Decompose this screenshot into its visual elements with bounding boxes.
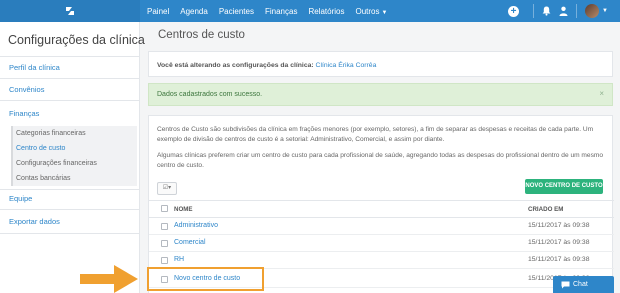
column-header-name[interactable]: NOME: [174, 206, 193, 213]
nav-relatorios[interactable]: Relatórios: [308, 7, 344, 16]
divider: [0, 233, 140, 234]
chevron-down-icon[interactable]: ▼: [602, 8, 608, 14]
user-icon[interactable]: [559, 6, 568, 16]
sidebar-item-convenios[interactable]: Convênios: [9, 85, 44, 94]
row-checkbox[interactable]: [161, 223, 168, 230]
page-title: Centros de custo: [158, 29, 245, 41]
created-date: 15/11/2017 às 09:38: [528, 239, 590, 246]
sidebar-title: Configurações da clínica: [8, 33, 145, 47]
divider: [533, 4, 535, 18]
sidebar-item-equipe[interactable]: Equipe: [9, 194, 32, 203]
created-date: 15/11/2017 às 09:38: [528, 222, 590, 229]
sidebar-subitem-categorias[interactable]: Categorias financeiras: [11, 126, 137, 141]
clinic-notice: Você está alterando as configurações da …: [157, 62, 376, 69]
topbar-actions: + ▼: [508, 0, 620, 22]
new-cost-center-button[interactable]: NOVO CENTRO DE CUSTO: [525, 179, 603, 194]
bell-icon[interactable]: [542, 6, 551, 16]
sidebar-item-financas[interactable]: Finanças: [9, 109, 39, 118]
bulk-select-button[interactable]: ☑▾: [157, 182, 177, 195]
divider: [0, 209, 140, 210]
sidebar-item-exportar[interactable]: Exportar dados: [9, 217, 60, 226]
divider: [0, 78, 140, 79]
divider: [0, 100, 140, 101]
sidebar-subitem-configuracoes[interactable]: Configurações financeiras: [11, 156, 137, 171]
logo-icon: [66, 7, 74, 15]
alert-message: Dados cadastrados com sucesso.: [157, 91, 263, 98]
top-navbar: Painel Agenda Pacientes Finanças Relatór…: [0, 0, 620, 22]
table-row: Administrativo 15/11/2017 às 09:38: [149, 218, 614, 235]
nav-outros-label: Outros: [355, 6, 380, 16]
main-nav: Painel Agenda Pacientes Finanças Relatór…: [147, 0, 398, 22]
chat-icon: [561, 281, 570, 289]
created-date: 15/11/2017 às 09:38: [528, 256, 590, 263]
table-row: Comercial 15/11/2017 às 09:38: [149, 235, 614, 252]
clinic-name-link[interactable]: Clínica Érika Corrêa: [316, 62, 377, 69]
description-paragraph: Centros de Custo são subdivisões da clín…: [157, 126, 594, 143]
description-paragraph: Algumas clínicas preferem criar um centr…: [157, 152, 604, 169]
nav-pacientes[interactable]: Pacientes: [219, 7, 254, 16]
nav-outros[interactable]: Outros ▼: [355, 7, 387, 16]
nav-financas[interactable]: Finanças: [265, 7, 297, 16]
table-header: NOME CRIADO EM: [149, 200, 614, 218]
sidebar-item-perfil[interactable]: Perfil da clínica: [9, 63, 60, 72]
divider: [0, 56, 140, 57]
close-icon[interactable]: ×: [599, 89, 604, 98]
cost-center-name-link[interactable]: Comercial: [174, 239, 206, 246]
divider: [0, 189, 140, 190]
logo[interactable]: [0, 0, 140, 22]
nav-agenda[interactable]: Agenda: [180, 7, 208, 16]
settings-sidebar: Configurações da clínica Perfil da clíni…: [0, 22, 145, 293]
column-header-created[interactable]: CRIADO EM: [528, 206, 563, 213]
success-alert: Dados cadastrados com sucesso. ×: [148, 83, 613, 106]
chat-button[interactable]: Chat: [553, 276, 614, 293]
row-checkbox[interactable]: [161, 257, 168, 264]
chat-label: Chat: [573, 281, 588, 288]
nav-painel[interactable]: Painel: [147, 7, 169, 16]
divider: [576, 4, 578, 18]
row-checkbox[interactable]: [161, 240, 168, 247]
sidebar-subitem-contas[interactable]: Contas bancárias: [11, 171, 137, 186]
select-all-checkbox[interactable]: [161, 205, 168, 212]
avatar[interactable]: [585, 4, 600, 18]
clinic-notice-text: Você está alterando as configurações da …: [157, 62, 314, 69]
clinic-notice-card: Você está alterando as configurações da …: [148, 51, 613, 77]
chevron-down-icon: ▼: [381, 9, 388, 16]
sidebar-subitem-centro-de-custo[interactable]: Centro de custo: [11, 141, 137, 156]
cost-center-name-link[interactable]: RH: [174, 256, 184, 263]
add-circle-icon[interactable]: +: [508, 5, 520, 17]
arrow-icon: [80, 265, 138, 293]
cost-center-name-link[interactable]: Administrativo: [174, 222, 218, 229]
highlight-box: [147, 267, 264, 291]
